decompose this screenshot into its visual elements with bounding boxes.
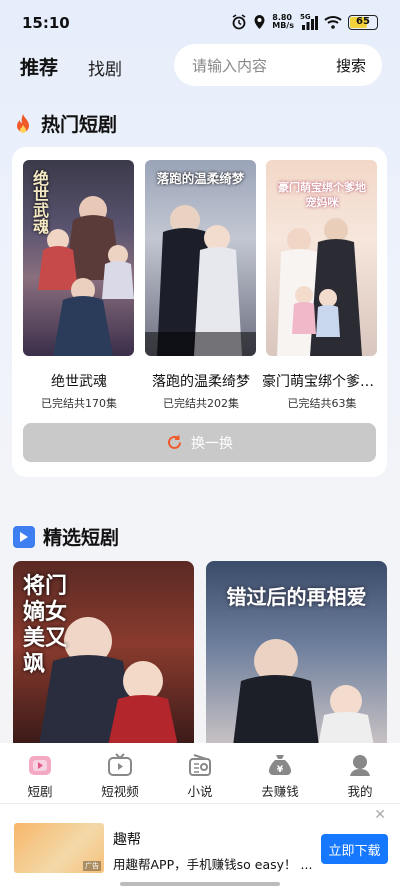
nav-novel-label: 小说 (187, 784, 213, 799)
profile-icon (350, 755, 370, 776)
poster-art (145, 205, 256, 356)
ad-tag: 广告 (83, 861, 101, 871)
download-button[interactable]: 立即下载 (321, 834, 388, 864)
drama-poster-1[interactable]: 绝世武魂 (23, 160, 134, 356)
drama-title-1[interactable]: 绝世武魂 (19, 371, 139, 391)
ad-title: 趣帮 (113, 832, 141, 848)
location-icon (254, 15, 265, 29)
drama-title-2[interactable]: 落跑的温柔绮梦 (141, 371, 261, 391)
svg-text:¥: ¥ (277, 765, 284, 775)
money-bag-icon: ¥ (269, 755, 291, 775)
novel-icon (189, 754, 211, 776)
close-icon[interactable]: ✕ (374, 807, 386, 823)
nav-short-video[interactable]: 短视频 (85, 753, 155, 800)
nav-drama-label: 短剧 (27, 784, 53, 799)
net-speed-unit: MB/s (272, 21, 294, 30)
hot-section-header: 热门短剧 (13, 110, 117, 137)
poster-title-text: 绝世武魂 (30, 170, 49, 234)
hot-dramas-card: 绝世武魂 绝世武魂 已完结共170集 落跑的温柔绮梦 落跑的温柔绮梦 已完结共2… (12, 147, 387, 477)
poster-title-text: 豪门萌宝绑个爹地宠妈咪 (278, 181, 366, 209)
featured-section-title: 精选短剧 (43, 527, 120, 549)
battery-icon: 65 (348, 14, 378, 30)
alarm-icon (232, 14, 246, 30)
drama-poster-3[interactable]: 豪门萌宝绑个爹地宠妈咪 (266, 160, 377, 356)
search-button[interactable]: 搜索 (336, 55, 366, 76)
featured-poster-2[interactable]: 错过后的再相爱 (206, 561, 387, 746)
fire-icon (17, 113, 29, 133)
tab-recommend[interactable]: 推荐 (20, 53, 58, 80)
ad-thumbnail: 广告 (14, 823, 104, 873)
nav-drama[interactable]: 短剧 (5, 753, 75, 800)
nav-novel[interactable]: 小说 (165, 753, 235, 800)
drama-icon (29, 756, 51, 775)
drama-status-3: 已完结共63集 (287, 397, 357, 410)
bottom-nav: 短剧 短视频 小说 ¥ 去赚钱 我的 (0, 743, 400, 803)
ad-description: 用趣帮APP，手机赚钱so easy！ ... (113, 857, 313, 872)
play-icon (13, 525, 35, 548)
nav-earn-money-label: 去赚钱 (261, 784, 299, 799)
ad-banner[interactable]: 广告 趣帮 用趣帮APP，手机赚钱so easy！ ... 立即下载 ✕ (0, 803, 400, 889)
drama-title-3[interactable]: 豪门萌宝绑个爹地宠妈咪 (262, 371, 377, 391)
wifi-icon (324, 16, 342, 29)
poster-title-text: 落跑的温柔绮梦 (156, 171, 245, 186)
nav-profile[interactable]: 我的 (325, 753, 395, 800)
nav-earn-money[interactable]: ¥ 去赚钱 (245, 753, 315, 800)
featured-section-header: 精选短剧 (13, 523, 119, 550)
nav-short-video-label: 短视频 (101, 784, 139, 799)
search-bar[interactable]: 请输入内容 搜索 (174, 44, 382, 86)
search-input[interactable]: 请输入内容 (192, 55, 267, 76)
refresh-icon (168, 435, 181, 449)
status-time: 15:10 (22, 14, 70, 32)
featured-poster-1[interactable]: 将门嫡女美又飒 (13, 561, 194, 746)
drama-status-1: 已完结共170集 (41, 397, 117, 410)
nav-profile-label: 我的 (347, 784, 373, 799)
poster-title-text: 错过后的再相爱 (226, 585, 367, 609)
refresh-label: 换一换 (191, 435, 233, 452)
drama-status-2: 已完结共202集 (163, 397, 239, 410)
tab-find-drama[interactable]: 找剧 (88, 55, 122, 80)
net-speed: 8.80 MB/s (272, 14, 294, 30)
refresh-button[interactable]: 换一换 (23, 423, 376, 462)
battery-level: 65 (356, 15, 370, 27)
poster-title-text: 将门嫡女美又飒 (23, 573, 68, 677)
drama-poster-2[interactable]: 落跑的温柔绮梦 (145, 160, 256, 356)
video-icon (108, 753, 132, 776)
home-indicator[interactable] (120, 882, 280, 886)
status-icons: 8.80 MB/s 5G 65 (231, 13, 378, 30)
hot-section-title: 热门短剧 (41, 114, 118, 136)
signal-icon: 5G (300, 13, 318, 30)
